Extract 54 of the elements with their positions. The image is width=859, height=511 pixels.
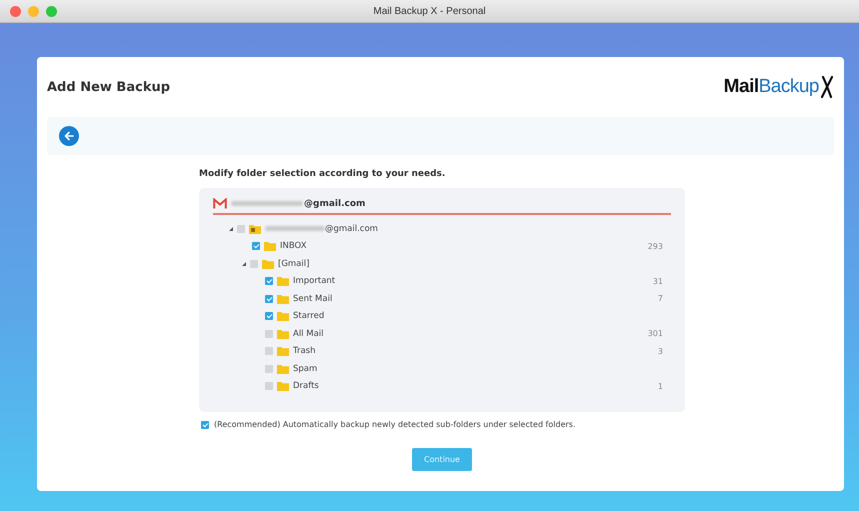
- checkbox[interactable]: [201, 420, 209, 428]
- instruction-text: Modify folder selection according to your needs.: [199, 169, 446, 179]
- folder-icon: [277, 381, 289, 392]
- folder-icon: [277, 364, 289, 374]
- checkbox[interactable]: [265, 294, 273, 303]
- close-icon[interactable]: [10, 6, 21, 16]
- folder-name: Important: [293, 276, 336, 286]
- continue-button[interactable]: Continue: [412, 448, 472, 471]
- folder-icon: [277, 346, 289, 356]
- collapse-icon[interactable]: [242, 262, 246, 266]
- minimize-icon[interactable]: [28, 6, 39, 16]
- folder-name: Spam: [293, 364, 318, 374]
- folder-icon: [277, 311, 289, 322]
- folder-name: INBOX: [280, 241, 307, 252]
- checkbox-label: (Recommended) Automatically backup newly detected sub-folders under selected folders.: [214, 420, 576, 429]
- logo-text: MailBackup: [724, 76, 819, 98]
- checkbox[interactable]: [265, 382, 273, 390]
- folder-icon: [277, 276, 289, 286]
- page-title: Add New Backup: [47, 80, 170, 94]
- logo-mark-icon: [820, 75, 834, 99]
- folder-icon: [264, 241, 276, 252]
- message-count: 31: [652, 276, 664, 286]
- folder-name: Sent Mail: [293, 294, 332, 304]
- collapse-icon[interactable]: [229, 226, 233, 231]
- checkbox[interactable]: [265, 312, 273, 320]
- checkbox[interactable]: [265, 330, 273, 338]
- folder-icon: [277, 328, 289, 339]
- message-count: 7: [658, 294, 664, 304]
- account-email: @gmail.com: [304, 198, 366, 208]
- folder-name: [Gmail]: [278, 258, 310, 269]
- account-folder-icon: [249, 224, 261, 234]
- blurred-text: [265, 226, 325, 232]
- folder-name: All Mail: [293, 328, 324, 339]
- folder-name: Drafts: [293, 381, 319, 392]
- folder-name: Starred: [293, 311, 324, 322]
- checkbox[interactable]: [265, 347, 273, 356]
- back-button[interactable]: [59, 126, 79, 146]
- mail-icon: [213, 198, 227, 209]
- checkbox[interactable]: [265, 277, 273, 286]
- checkbox[interactable]: [252, 242, 260, 250]
- folder-icon: [262, 258, 274, 269]
- checkbox[interactable]: [237, 224, 245, 233]
- message-count: 3: [658, 346, 664, 356]
- zoom-icon[interactable]: [46, 6, 57, 16]
- message-count: 293: [648, 242, 664, 251]
- blurred-text: [231, 201, 303, 206]
- checkbox[interactable]: [265, 364, 273, 373]
- checkbox[interactable]: [250, 260, 258, 268]
- folder-name: @gmail.com: [325, 224, 378, 234]
- folder-icon: [277, 294, 289, 304]
- window-title: Mail Backup X - Personal: [373, 6, 486, 16]
- message-count: 301: [648, 329, 664, 338]
- message-count: 1: [658, 382, 664, 391]
- folder-name: Trash: [293, 346, 316, 356]
